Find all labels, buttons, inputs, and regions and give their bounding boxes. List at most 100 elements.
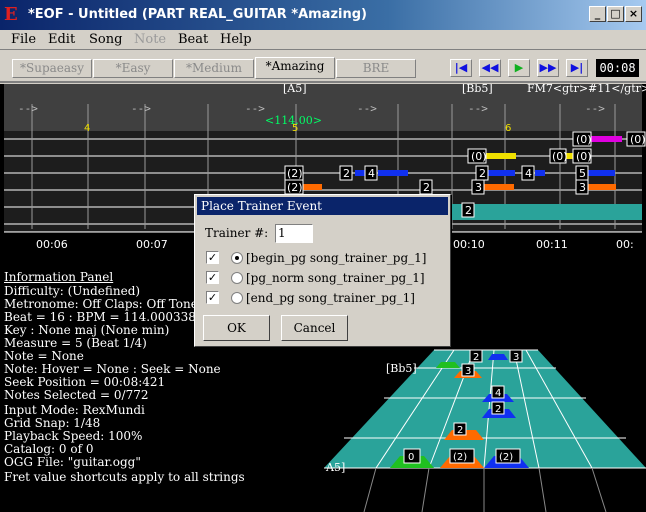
- place-trainer-dialog: Place Trainer Event Trainer #: 1 ✓ [begi…: [194, 194, 451, 347]
- option-radio-norm[interactable]: [231, 272, 243, 284]
- measure-number: 5: [292, 123, 298, 134]
- fret-number: 2: [479, 167, 486, 180]
- play-button[interactable]: ▶: [508, 59, 530, 77]
- menu-bar: File Edit Song Note Beat Help: [0, 30, 646, 50]
- fret-number: (0): [630, 133, 646, 146]
- time-label: 00:10: [453, 238, 485, 251]
- fast-forward-button[interactable]: ▶▶: [537, 59, 559, 77]
- time-display: 00:08: [596, 59, 639, 77]
- rewind-icon: ◀◀: [481, 61, 499, 74]
- beat-arrow: -->: [468, 102, 488, 115]
- tab-easy[interactable]: *Easy: [93, 59, 173, 78]
- gem-fret: 4: [495, 388, 501, 399]
- sustain-orange: [586, 184, 616, 190]
- sustain-blue: [378, 170, 408, 176]
- beat-arrow: -->: [585, 102, 605, 115]
- time-label: 00:11: [536, 238, 568, 251]
- beat-arrow: -->: [131, 102, 151, 115]
- gem-fret: (2): [453, 452, 467, 463]
- skip-start-icon: |◀: [454, 61, 468, 74]
- info-line: OGG File: "guitar.ogg": [4, 455, 141, 469]
- option-label-begin: [begin_pg song_trainer_pg_1]: [246, 251, 427, 265]
- sustain-orange: [484, 184, 514, 190]
- green-lane-region: [450, 204, 642, 220]
- tab-bre[interactable]: BRE: [336, 59, 416, 78]
- minimize-button[interactable]: _: [589, 6, 606, 22]
- info-line: Notes Selected = 0/772: [4, 388, 149, 402]
- time-label: 00:: [616, 238, 634, 251]
- measure-number: 6: [505, 123, 511, 134]
- menu-note[interactable]: Note: [134, 32, 166, 47]
- fret-number: (0): [471, 150, 487, 163]
- menu-song[interactable]: Song: [89, 32, 122, 47]
- fret-number: 4: [368, 167, 375, 180]
- tab-medium[interactable]: *Medium: [174, 59, 254, 78]
- seek-to-end-button[interactable]: ▶|: [566, 59, 588, 77]
- gem-fret: 0: [408, 452, 414, 463]
- fret-number: 5: [579, 167, 586, 180]
- rewind-button[interactable]: ◀◀: [479, 59, 501, 77]
- horizontal-scrollbar[interactable]: [0, 81, 646, 83]
- option-radio-end[interactable]: [231, 292, 243, 304]
- option-label-end: [end_pg song_trainer_pg_1]: [246, 291, 415, 305]
- fret-number: (2): [287, 167, 303, 180]
- cancel-button[interactable]: Cancel: [281, 315, 348, 341]
- sustain-blue: [585, 170, 615, 176]
- dialog-title: Place Trainer Event: [197, 197, 448, 215]
- preview-chord-label: A5]: [325, 461, 345, 474]
- fret-number: 2: [343, 167, 350, 180]
- play-icon: ▶: [514, 61, 524, 74]
- fret-number: 4: [525, 167, 532, 180]
- gem-fret: 2: [473, 352, 479, 363]
- gem-fret: 3: [513, 352, 519, 363]
- fret-number: 2: [423, 181, 430, 194]
- fret-number: 3: [579, 181, 586, 194]
- ok-button[interactable]: OK: [203, 315, 270, 341]
- time-label: 00:07: [136, 238, 168, 251]
- sustain-blue: [535, 170, 545, 176]
- time-label: 00:06: [36, 238, 68, 251]
- maximize-button[interactable]: □: [607, 6, 624, 22]
- fast-forward-icon: ▶▶: [539, 61, 557, 74]
- trainer-number-input[interactable]: 1: [275, 224, 313, 243]
- menu-file[interactable]: File: [11, 32, 36, 47]
- close-button[interactable]: ×: [625, 6, 642, 22]
- option-radio-begin[interactable]: [231, 252, 243, 264]
- gem-fret: 3: [465, 366, 471, 377]
- rewind-to-start-button[interactable]: |◀: [450, 59, 472, 77]
- option-checkbox-norm[interactable]: ✓: [206, 271, 219, 284]
- info-heading: Information Panel: [4, 270, 114, 284]
- tab-supaeasy[interactable]: *Supaeasy: [12, 59, 92, 78]
- fret-number: (2): [287, 181, 303, 194]
- measure-number: 4: [84, 123, 90, 134]
- option-checkbox-begin[interactable]: ✓: [206, 251, 219, 264]
- preview-chord-label: [Bb5]: [386, 362, 417, 375]
- beat-arrow: -->: [357, 102, 377, 115]
- beat-arrow: -->: [18, 102, 38, 115]
- menu-help[interactable]: Help: [220, 32, 252, 47]
- sustain-blue: [485, 170, 515, 176]
- trainer-number-label: Trainer #:: [205, 226, 269, 240]
- gem-fret: 2: [495, 404, 501, 415]
- app-icon: E: [4, 4, 18, 25]
- chord-label-a5: [A5]: [283, 84, 307, 95]
- skip-end-icon: ▶|: [570, 61, 584, 74]
- tab-amazing[interactable]: *Amazing: [255, 57, 335, 79]
- window-title: *EOF - Untitled (PART REAL_GUITAR *Amazi…: [28, 7, 367, 22]
- option-label-norm: [pg_norm song_trainer_pg_1]: [246, 271, 425, 285]
- menu-edit[interactable]: Edit: [48, 32, 75, 47]
- sustain-yellow: [486, 153, 516, 159]
- gem-fret: 2: [457, 425, 463, 436]
- fret-number: (0): [576, 133, 592, 146]
- fret-number: 2: [465, 204, 472, 217]
- fret-number: (0): [552, 150, 568, 163]
- beat-arrow: -->: [245, 102, 265, 115]
- info-line: Fret value shortcuts apply to all string…: [4, 470, 245, 484]
- title-bar: E *EOF - Untitled (PART REAL_GUITAR *Ama…: [0, 0, 646, 30]
- fret-number: 3: [475, 181, 482, 194]
- gem-fret: (2): [499, 452, 513, 463]
- menu-beat[interactable]: Beat: [178, 32, 208, 47]
- fret-number: (0): [576, 150, 592, 163]
- option-checkbox-end[interactable]: ✓: [206, 291, 219, 304]
- chord-label-bb5: [Bb5]: [462, 84, 493, 95]
